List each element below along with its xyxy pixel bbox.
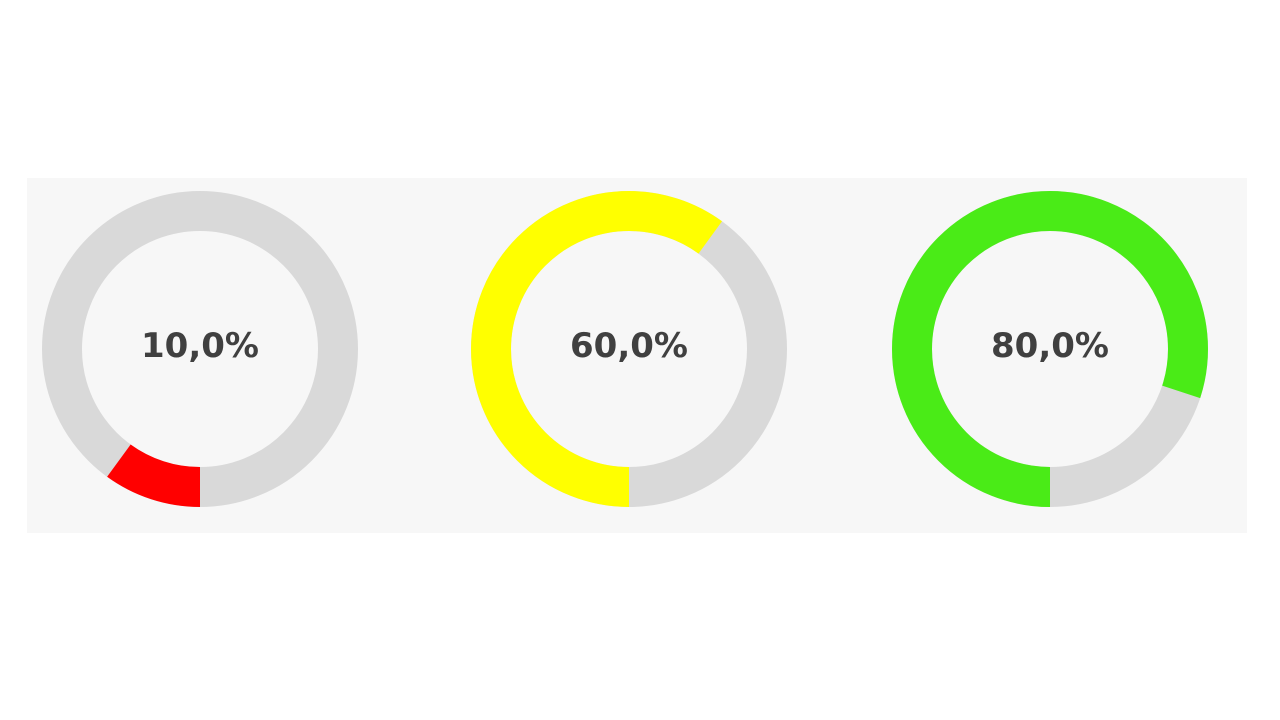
gauge-2: 60,0%: [469, 178, 789, 533]
gauge-1: 10,0%: [40, 178, 360, 533]
gauge-1-value-label: 10,0%: [141, 326, 259, 366]
gauge-panel: 10,0% 60,0% 80,0%: [27, 178, 1247, 533]
gauge-3: 80,0%: [890, 178, 1210, 533]
gauge-2-value-label: 60,0%: [570, 326, 688, 366]
gauge-3-value-label: 80,0%: [991, 326, 1109, 366]
